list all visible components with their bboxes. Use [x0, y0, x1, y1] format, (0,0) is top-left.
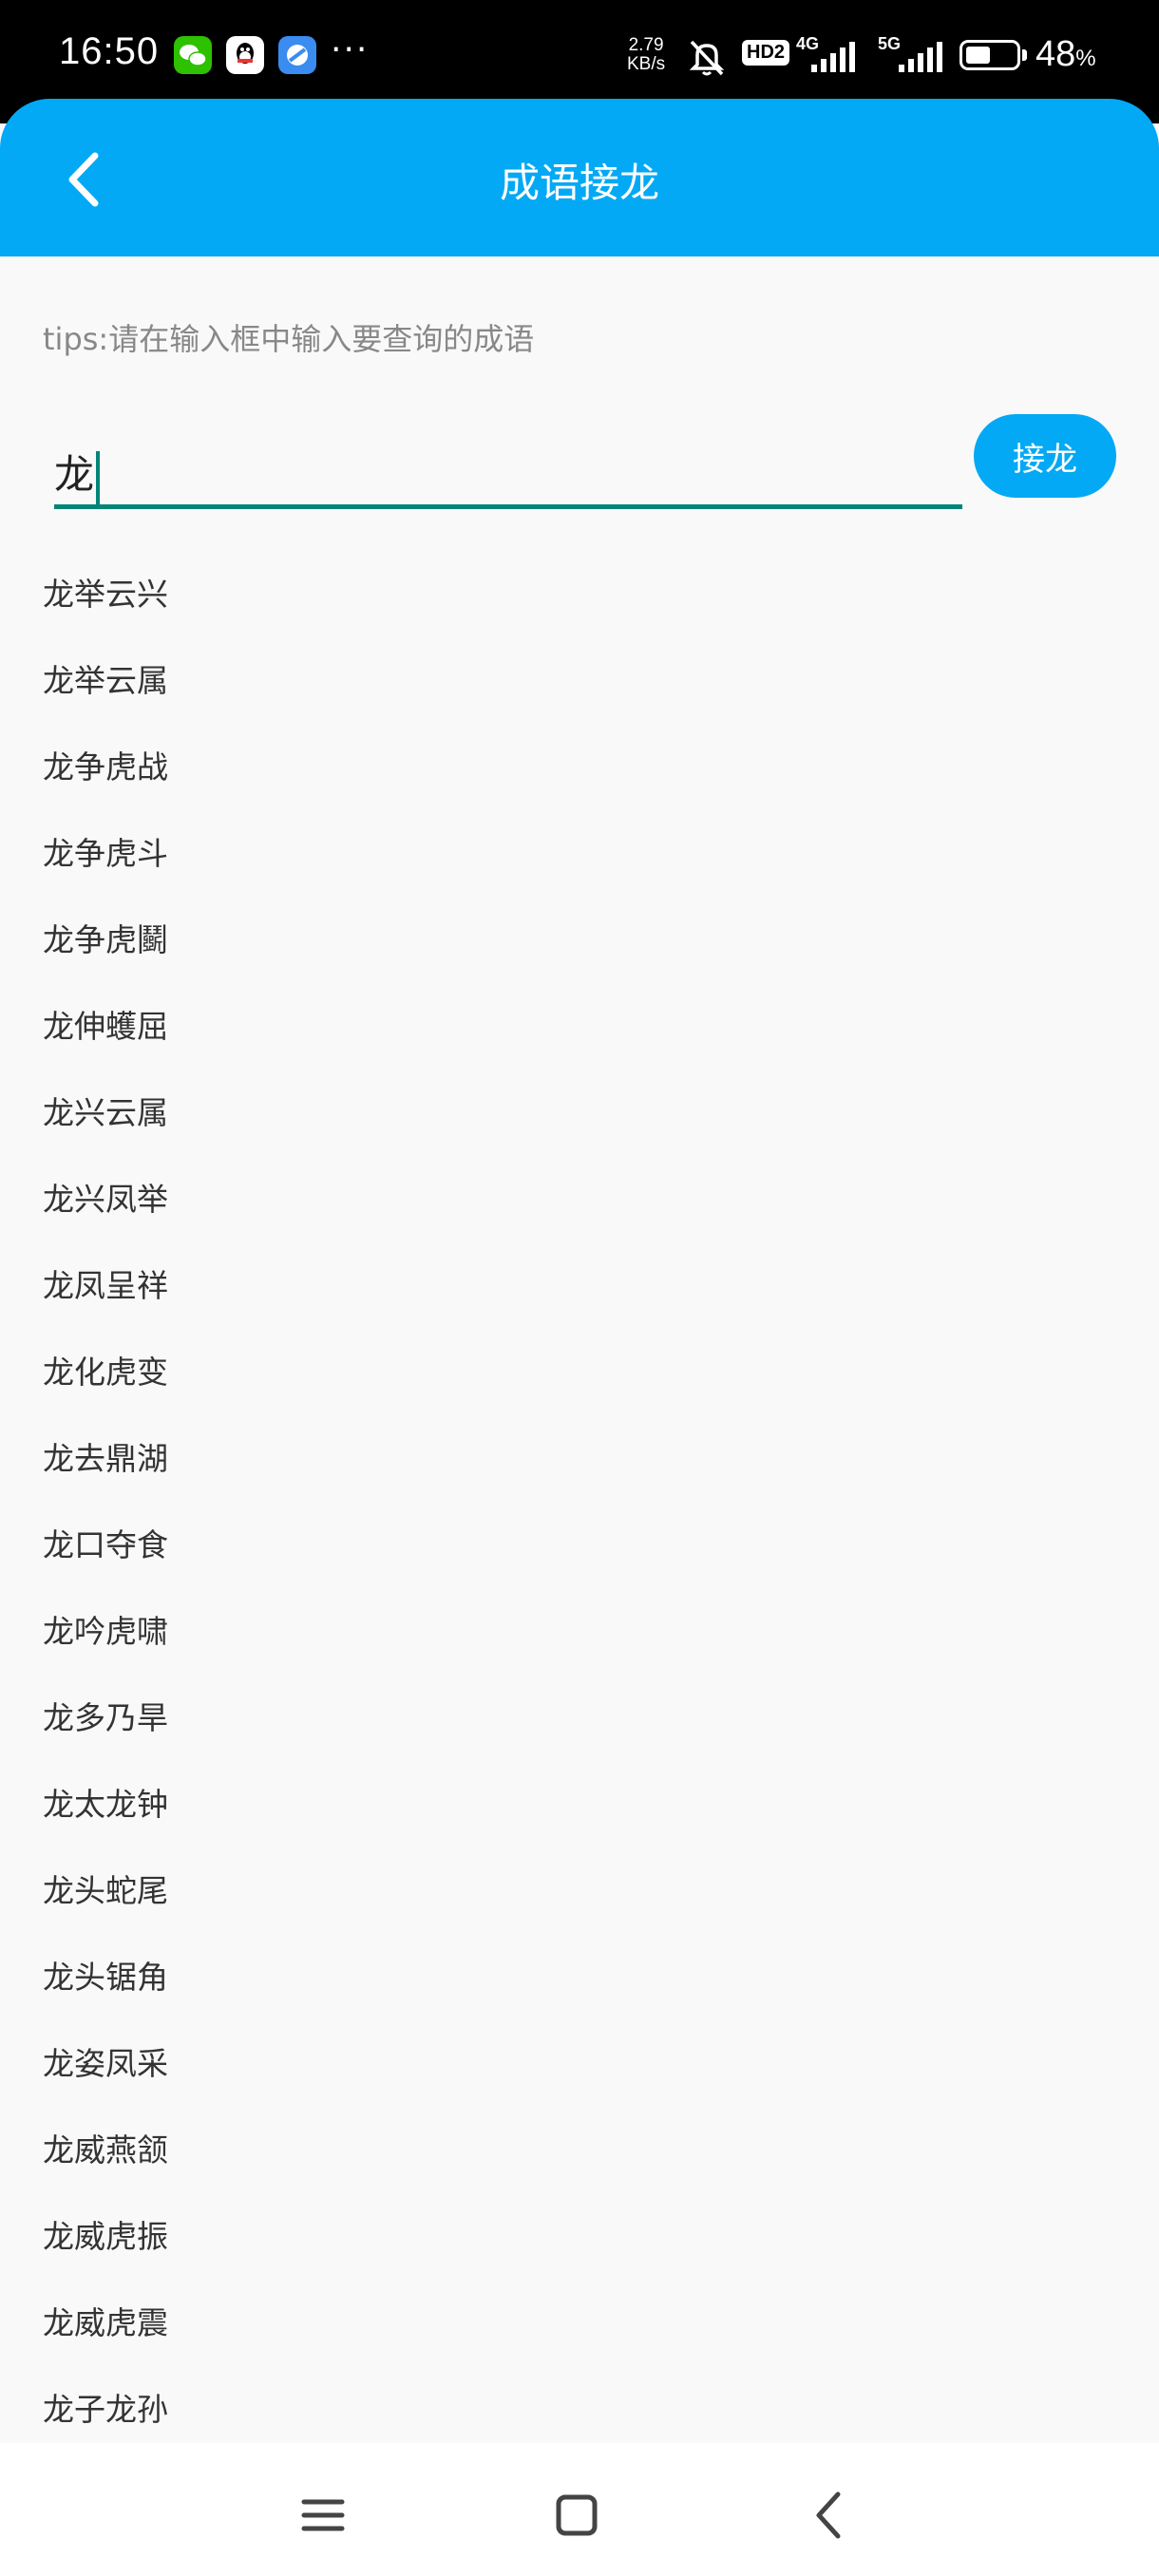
menu-button[interactable] — [285, 2477, 361, 2553]
home-button[interactable] — [539, 2477, 615, 2553]
list-item[interactable]: 龙去鼎湖 — [0, 1415, 1159, 1502]
list-item[interactable]: 龙兴凤举 — [0, 1156, 1159, 1242]
status-time: 16:50 — [59, 30, 160, 72]
wechat-icon — [174, 36, 212, 74]
more-notifications-icon: ··· — [331, 30, 370, 69]
signal-icon — [809, 42, 855, 74]
list-item[interactable]: 龙吟虎啸 — [0, 1588, 1159, 1675]
list-item[interactable]: 龙兴云属 — [0, 1070, 1159, 1156]
qq-icon — [226, 36, 264, 74]
network-speed-unit: KB/s — [627, 54, 666, 74]
nav-back-button[interactable] — [792, 2477, 868, 2553]
list-item[interactable]: 龙争虎鬬 — [0, 897, 1159, 983]
system-nav-bar — [0, 2443, 1159, 2576]
list-item[interactable]: 龙子龙孙 — [0, 2366, 1159, 2453]
list-item[interactable]: 龙化虎变 — [0, 1329, 1159, 1415]
list-item[interactable]: 龙威虎振 — [0, 2193, 1159, 2280]
battery-percent-number: 48 — [1036, 34, 1076, 74]
list-item[interactable]: 龙伸蠖屈 — [0, 983, 1159, 1070]
solitaire-button[interactable]: 接龙 — [974, 414, 1116, 498]
back-icon — [816, 2491, 841, 2539]
list-item[interactable]: 龙争虎战 — [0, 724, 1159, 810]
list-item[interactable]: 龙太龙钟 — [0, 1761, 1159, 1847]
app-header: 成语接龙 — [0, 99, 1159, 256]
list-item[interactable]: 龙威燕颔 — [0, 2107, 1159, 2193]
hd-badge: HD2 — [742, 40, 790, 66]
browser-icon — [278, 36, 316, 74]
list-item[interactable]: 龙举云属 — [0, 637, 1159, 724]
mute-bell-icon — [684, 34, 730, 80]
battery-percent: 48% — [1036, 34, 1096, 75]
menu-icon — [301, 2499, 345, 2531]
text-cursor — [96, 450, 101, 504]
list-item[interactable]: 龙头锯角 — [0, 1934, 1159, 2020]
network-speed-value: 2.79 — [628, 35, 664, 55]
list-item[interactable]: 龙头蛇尾 — [0, 1847, 1159, 1934]
list-item[interactable]: 龙凤呈祥 — [0, 1242, 1159, 1329]
search-input-value[interactable]: 龙 — [54, 443, 101, 504]
list-item[interactable]: 龙举云兴 — [0, 551, 1159, 637]
battery-fill — [966, 47, 990, 64]
list-item[interactable]: 龙姿凤采 — [0, 2020, 1159, 2107]
list-item[interactable]: 龙威虎震 — [0, 2280, 1159, 2366]
tips-text: tips:请在输入框中输入要查询的成语 — [43, 321, 535, 357]
battery-percent-unit: % — [1075, 46, 1096, 71]
list-item[interactable]: 龙多乃旱 — [0, 1675, 1159, 1761]
idiom-result-list: 龙举云兴 龙举云属 龙争虎战 龙争虎斗 龙争虎鬬 龙伸蠖屈 龙兴云属 龙兴凤举 龙凤呈祥 龙化虎变… — [0, 551, 1159, 2453]
signal-icon — [897, 42, 942, 74]
network-speed: 2.79 KB/s — [627, 36, 665, 74]
search-input-text: 龙 — [54, 451, 95, 498]
page-title: 成语接龙 — [499, 160, 659, 206]
list-item[interactable]: 龙争虎斗 — [0, 810, 1159, 897]
home-icon — [556, 2494, 598, 2536]
battery-icon — [960, 40, 1020, 70]
battery-tip — [1022, 49, 1027, 61]
idiom-search-input[interactable]: 龙 — [54, 418, 962, 509]
list-item[interactable]: 龙口夺食 — [0, 1502, 1159, 1588]
